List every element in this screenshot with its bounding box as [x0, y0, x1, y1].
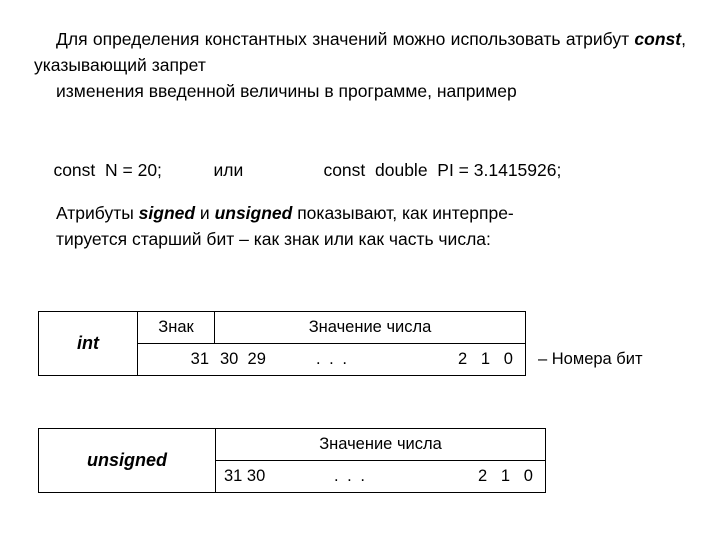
code-examples-line: const N = 20; или const double PI = 3.1415…: [34, 131, 694, 209]
unsigned-bits-low: 2 1 0: [477, 467, 533, 485]
paragraph2-part-a: Атрибуты: [56, 203, 139, 223]
code-const-pi: const double PI = 3.1415926;: [323, 160, 562, 180]
keyword-signed: signed: [138, 203, 196, 223]
keyword-const: const: [634, 29, 682, 49]
table-int-layout: int Знак Значение числа 31 30 29 . . . 2…: [38, 311, 526, 376]
table-row: int Знак Значение числа: [38, 311, 526, 376]
code-const-n: const N = 20;: [53, 160, 162, 180]
int-bits-high: 30 29: [220, 350, 266, 368]
int-value-header: Значение числа: [214, 311, 526, 344]
paragraph1-line2-part-a: использовать атрибут: [450, 29, 635, 49]
unsigned-value-header: Значение числа: [215, 428, 546, 461]
unsigned-bits-dots: . . .: [334, 467, 367, 485]
bit-numbers-note: – Номера бит: [538, 350, 643, 368]
int-type-label: int: [38, 311, 138, 376]
int-sign-header: Знак: [137, 311, 215, 344]
code-or-label: или: [213, 160, 244, 180]
unsigned-type-label: unsigned: [38, 428, 216, 493]
int-bit-31: 31: [190, 350, 209, 368]
unsigned-bits-high: 31 30: [224, 467, 266, 485]
paragraph2-part-b: и: [195, 203, 215, 223]
int-bits-low: 2 1 0: [457, 350, 513, 368]
table-unsigned-layout: unsigned Значение числа 31 30 . . . 2 1 …: [38, 428, 546, 493]
paragraph-const-definition: Для определения константных значений мож…: [34, 26, 686, 104]
int-bit-numbers-cell: 31 30 29 . . . 2 1 0: [137, 343, 526, 376]
int-bits-dots: . . .: [316, 350, 349, 368]
paragraph-signed-unsigned: Атрибуты signed и unsigned показывают, к…: [34, 200, 686, 252]
paragraph1-line3: изменения введенной величины в программе…: [56, 81, 517, 101]
paragraph2-line2: тируется старший бит – как знак или как …: [56, 229, 491, 249]
slide-page: Для определения константных значений мож…: [0, 0, 720, 540]
table-row: unsigned Значение числа: [38, 428, 546, 493]
unsigned-bit-numbers-cell: 31 30 . . . 2 1 0: [215, 460, 546, 493]
paragraph1-line1: Для определения константных значений мож…: [56, 29, 446, 49]
paragraph2-part-c: показывают, как интерпре-: [292, 203, 514, 223]
keyword-unsigned: unsigned: [214, 203, 293, 223]
